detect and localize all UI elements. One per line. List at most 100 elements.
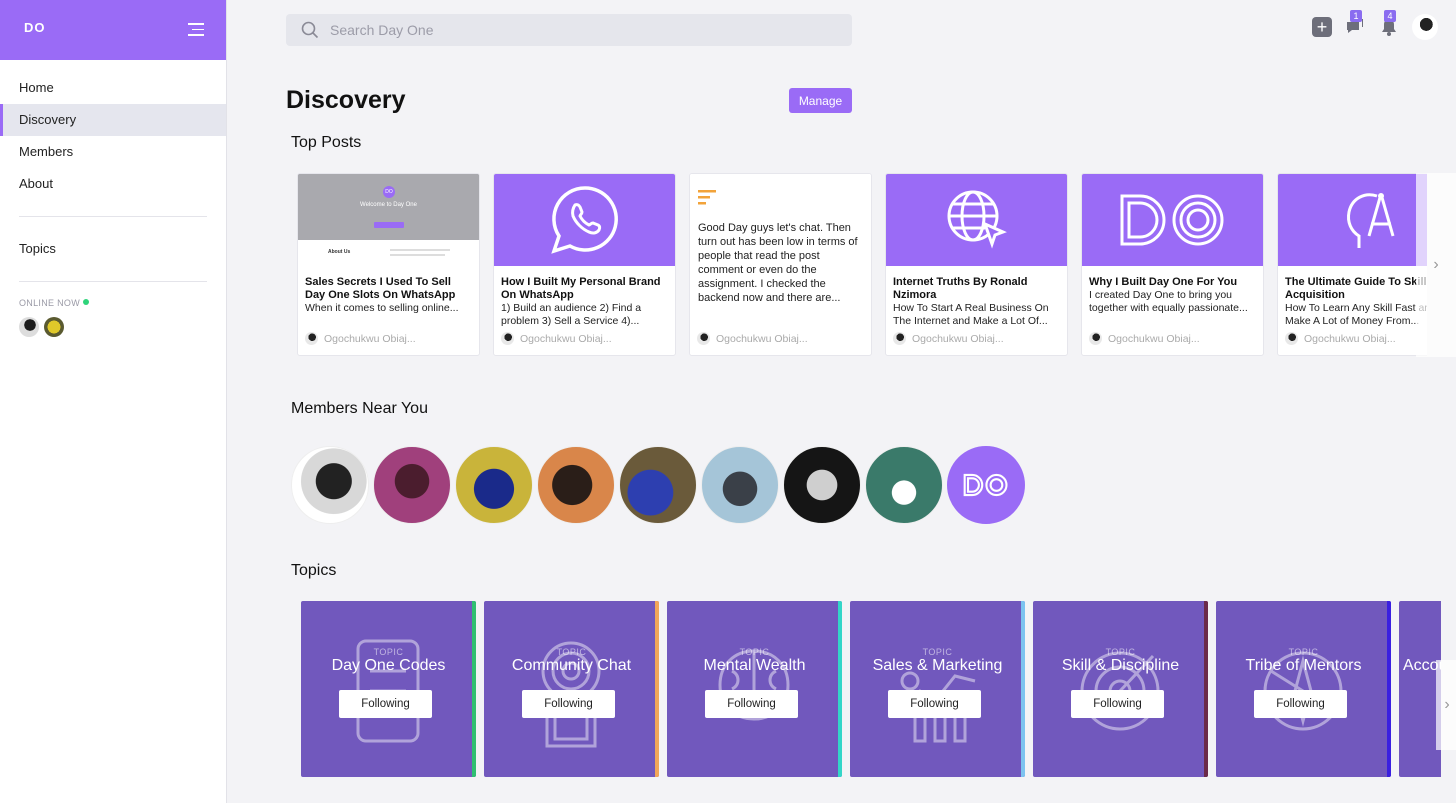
following-button[interactable]: Following	[888, 690, 981, 718]
manage-button[interactable]: Manage	[789, 88, 852, 113]
topic-kind: TOPIC	[1288, 647, 1319, 657]
post-excerpt: How To Learn Any Skill Fast and Make A L…	[1285, 302, 1427, 327]
topbar-actions: + 1 4	[1312, 10, 1438, 40]
post-card[interactable]: Internet Truths By Ronald Nzimora How To…	[885, 173, 1068, 356]
online-avatars	[0, 317, 226, 337]
sidebar-item-topics[interactable]: Topics	[0, 233, 226, 265]
following-button[interactable]: Following	[705, 690, 798, 718]
topic-card[interactable]: TOPIC Mental Wealth Following	[667, 601, 842, 777]
top-posts-heading: Top Posts	[291, 134, 362, 151]
post-excerpt: I created Day One to bring you together …	[1089, 289, 1248, 314]
topic-card[interactable]: TOPIC Tribe of Mentors Following	[1216, 601, 1391, 777]
following-button[interactable]: Following	[1254, 690, 1347, 718]
members-heading: Members Near You	[291, 400, 428, 417]
notifications-button[interactable]: 4	[1378, 10, 1400, 38]
topic-card[interactable]: TOPIC Sales & Marketing Following	[850, 601, 1025, 777]
following-button[interactable]: Following	[1071, 690, 1164, 718]
post-author: Ogochukwu Obiaj...	[697, 332, 808, 345]
post-text-preview: Good Day guys let's chat. Then turn out …	[690, 174, 871, 304]
top-bar: + 1 4	[228, 0, 1456, 60]
post-thumbnail: DO Welcome to Day One About Us	[298, 174, 479, 266]
post-thumbnail	[1082, 174, 1263, 266]
member-avatar[interactable]	[619, 446, 697, 524]
post-excerpt: 1) Build an audience 2) Find a problem 3…	[501, 302, 642, 327]
post-card[interactable]: The Ultimate Guide To Skill Acquisition …	[1277, 173, 1427, 356]
author-avatar	[697, 332, 710, 345]
topic-name: Sales & Marketing	[872, 657, 1003, 674]
topic-kind: TOPIC	[922, 647, 953, 657]
topic-card[interactable]: TOPIC Community Chat Following	[484, 601, 659, 777]
topic-name: Tribe of Mentors	[1245, 657, 1362, 674]
topic-accent	[655, 601, 659, 777]
post-thumbnail	[1278, 174, 1427, 266]
page-title: Discovery	[286, 86, 406, 114]
members-list	[291, 446, 1025, 524]
topic-card[interactable]: TOPIC Day One Codes Following	[301, 601, 476, 777]
thumbnail-title: Welcome to Day One	[360, 202, 417, 208]
chevron-right-icon[interactable]: ›	[1436, 660, 1456, 750]
topics-carousel: TOPIC Day One Codes Following TOPIC Comm…	[301, 601, 1441, 777]
member-avatar[interactable]	[373, 446, 451, 524]
topic-accent	[472, 601, 476, 777]
search-input[interactable]	[330, 14, 830, 46]
sidebar: DO Home Discovery Members About Topics O…	[0, 0, 227, 803]
chat-badge: 1	[1350, 10, 1362, 22]
user-avatar[interactable]	[1412, 14, 1438, 40]
sidebar-nav: Home Discovery Members About	[0, 72, 226, 200]
brand-bar: DO	[0, 0, 226, 60]
logo[interactable]: DO	[24, 20, 46, 35]
post-author: Ogochukwu Obiaj...	[1285, 332, 1396, 345]
topic-name: Community Chat	[511, 657, 632, 674]
notification-badge: 4	[1384, 10, 1396, 22]
author-avatar	[501, 332, 514, 345]
avatar[interactable]	[44, 317, 64, 337]
add-icon[interactable]: +	[1312, 17, 1332, 37]
author-avatar	[893, 332, 906, 345]
following-button[interactable]: Following	[339, 690, 432, 718]
whatsapp-icon	[550, 186, 618, 254]
following-button[interactable]: Following	[522, 690, 615, 718]
member-avatar[interactable]	[291, 446, 369, 524]
text-lines-icon	[698, 190, 716, 205]
member-avatar[interactable]	[947, 446, 1025, 524]
post-thumbnail	[886, 174, 1067, 266]
post-author: Ogochukwu Obiaj...	[501, 332, 612, 345]
member-avatar[interactable]	[455, 446, 533, 524]
author-avatar	[1285, 332, 1298, 345]
chat-button[interactable]: 1	[1344, 10, 1366, 38]
sidebar-item-members[interactable]: Members	[0, 136, 226, 168]
head-compass-icon	[1346, 193, 1394, 248]
post-title: Why I Built Day One For You	[1089, 276, 1238, 288]
topic-kind: TOPIC	[556, 647, 587, 657]
author-avatar	[1089, 332, 1102, 345]
member-avatar[interactable]	[537, 446, 615, 524]
post-author: Ogochukwu Obiaj...	[893, 332, 1004, 345]
post-excerpt: How To Start A Real Business On The Inte…	[893, 302, 1049, 327]
divider	[19, 281, 207, 282]
post-card[interactable]: Good Day guys let's chat. Then turn out …	[689, 173, 872, 356]
sidebar-item-home[interactable]: Home	[0, 72, 226, 104]
post-card[interactable]: How I Built My Personal Brand On WhatsAp…	[493, 173, 676, 356]
member-avatar[interactable]	[701, 446, 779, 524]
chevron-right-icon[interactable]: ›	[1416, 173, 1456, 357]
avatar[interactable]	[19, 317, 39, 337]
topics-heading: Topics	[291, 562, 337, 579]
member-avatar[interactable]	[783, 446, 861, 524]
post-card[interactable]: DO Welcome to Day One About Us Sales Sec…	[297, 173, 480, 356]
dayone-logo-icon	[1120, 194, 1223, 246]
post-card[interactable]: Why I Built Day One For You I created Da…	[1081, 173, 1264, 356]
online-status-dot	[83, 299, 90, 305]
menu-icon[interactable]	[188, 23, 204, 37]
sidebar-item-about[interactable]: About	[0, 168, 226, 200]
post-title: The Ultimate Guide To Skill Acquisition	[1285, 276, 1427, 301]
post-thumbnail	[494, 174, 675, 266]
search-bar[interactable]	[286, 14, 852, 46]
sidebar-item-discovery[interactable]: Discovery	[0, 104, 226, 136]
online-now-label: ONLINE NOW	[0, 298, 226, 308]
member-avatar[interactable]	[865, 446, 943, 524]
post-title: Internet Truths By Ronald Nzimora	[893, 276, 1028, 301]
dayone-logo-icon	[963, 473, 1008, 497]
topic-card[interactable]: Accou	[1399, 601, 1441, 777]
post-body: Good Day guys let's chat. Then turn out …	[698, 222, 858, 304]
topic-card[interactable]: TOPIC Skill & Discipline Following	[1033, 601, 1208, 777]
